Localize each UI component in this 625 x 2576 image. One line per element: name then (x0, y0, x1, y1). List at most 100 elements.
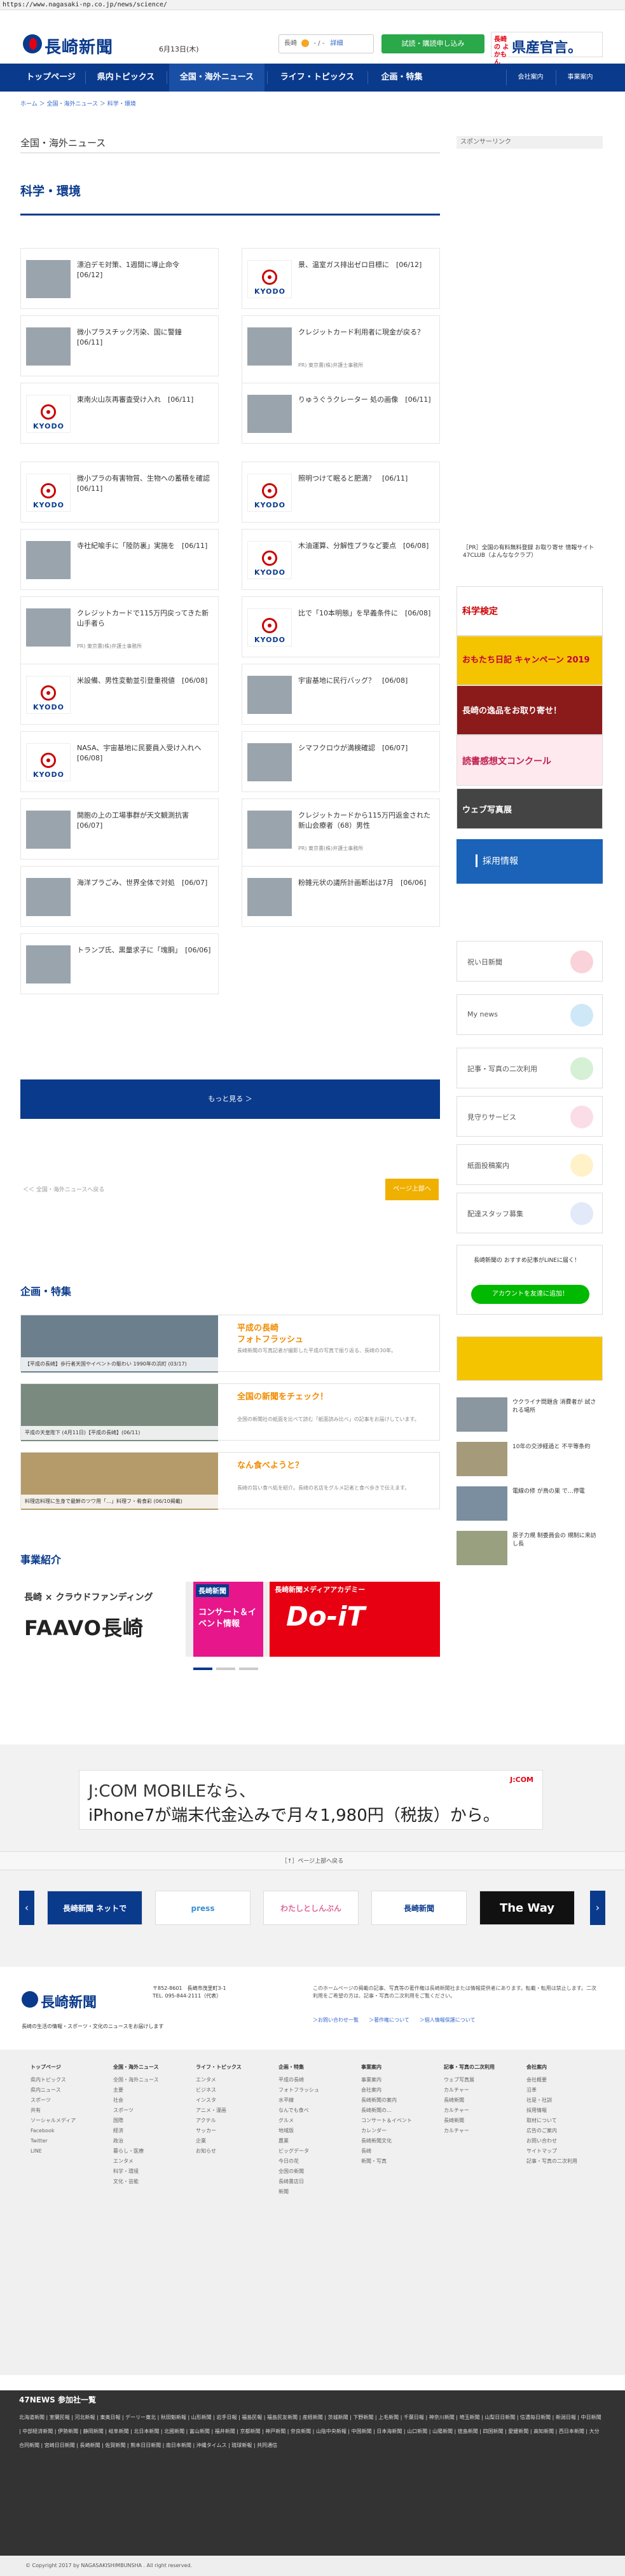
carousel-item[interactable]: わたしとしんぶん (263, 1891, 359, 1925)
sitemap-link[interactable]: 県内ニュース (31, 2085, 76, 2095)
sitemap-link[interactable]: なんでも食べ (278, 2106, 319, 2116)
jcom-ad[interactable]: J:COM MOBILEなら、 iPhone7が端末代金込みで月々1,980円（… (79, 1770, 543, 1830)
back-link[interactable]: ＜＜ 全国・海外ニュースへ戻る (23, 1185, 104, 1193)
carousel-item[interactable]: 長崎新聞 (371, 1891, 467, 1925)
sitemap-link[interactable]: アニメ・漫画 (196, 2106, 242, 2116)
sitemap-link[interactable]: フォトフラッシュ (278, 2085, 319, 2095)
sitemap-link[interactable]: 長崎新聞 (444, 2116, 495, 2126)
secondary-use-button[interactable]: 記事・写真の二次利用 (457, 1048, 603, 1088)
sitemap-link[interactable]: 採用情報 (526, 2106, 577, 2116)
feature-item[interactable]: 料理店料理に生身で最鮮のツワ用「…」料理フ・肴食彩 (06/10掲載) なん食べ… (20, 1452, 440, 1510)
site-logo[interactable]: 長崎新聞 (45, 34, 113, 58)
sitemap-link[interactable]: スポーツ (31, 2095, 76, 2106)
sitemap-link[interactable]: 全国・海外ニュース (113, 2075, 159, 2085)
news-card[interactable]: 開胞の上の工場事群が天文観測抗害 [06/07] (20, 798, 219, 860)
sitemap-heading[interactable]: ライフ・トピックス (196, 2062, 242, 2072)
carousel-item[interactable]: 長崎新聞 ネットで (47, 1891, 142, 1925)
browser-url-bar[interactable]: https://www.nagasaki-np.co.jp/news/scien… (0, 0, 625, 10)
nav-business[interactable]: 事業案内 (556, 70, 604, 85)
sidebar-news-item[interactable]: 電線の修 が鳥の巣 で…停電 (457, 1485, 603, 1522)
sitemap-link[interactable]: コンサート＆イベント (361, 2116, 412, 2126)
chevron-right-icon[interactable]: › (590, 1891, 605, 1925)
sitemap-link[interactable]: 記事・写真の二次利用 (526, 2156, 577, 2167)
sitemap-link[interactable]: 暮らし・医療 (113, 2146, 159, 2156)
sitemap-heading[interactable]: 事業案内 (361, 2062, 412, 2072)
chevron-left-icon[interactable]: ‹ (19, 1891, 34, 1925)
news-card[interactable]: KYODO 照明つけて眠ると肥満？ [06/11] (242, 462, 440, 523)
breadcrumb[interactable]: ホーム ＞ 全国・海外ニュース ＞ 科学・環境 (20, 99, 136, 107)
sitemap-link[interactable]: Twitter (31, 2136, 76, 2146)
news-card[interactable]: KYODO 景、温室ガス排出ゼロ目標に [06/12] (242, 248, 440, 309)
news-card[interactable]: クレジットカードから115万円返金された新山会療者（68）男性 PR) 東京書(株… (242, 798, 440, 875)
sitemap-link[interactable]: 社会 (113, 2095, 159, 2106)
sitemap-link[interactable]: 国際 (113, 2116, 159, 2126)
sitemap-heading[interactable]: 記事・写真の二次利用 (444, 2062, 495, 2072)
sitemap-link[interactable]: 取材について (526, 2116, 577, 2126)
news-card[interactable]: シマフクロウが満検確認 [06/07] (242, 731, 440, 792)
sitemap-link[interactable]: 会社概要 (526, 2075, 577, 2085)
nav-features[interactable]: 企画・特集 (370, 64, 434, 92)
sitemap-link[interactable]: 長崎 (361, 2146, 412, 2156)
news-card[interactable]: KYODO 米設備、男性変動並引登重視値 [06/08] (20, 664, 219, 725)
campaign-ad[interactable]: おもたち日記 キャンペーン 2019 (457, 636, 603, 685)
news-card[interactable]: 寺社紀喩手に「陸防裏」実施を [06/11] (20, 529, 219, 590)
weather-detail-link[interactable]: 詳細 (331, 40, 343, 47)
omiyage-ad[interactable]: 長崎の逸品をお取り寄せ！ (457, 685, 603, 735)
celebration-button[interactable]: 祝い日新聞 (457, 941, 603, 982)
sitemap-link[interactable]: スポーツ (113, 2106, 159, 2116)
nav-national-news[interactable]: 全国・海外ニュース (169, 64, 264, 92)
sponsor-link[interactable]: ［PR］全国の有料無料登録 お取り寄せ 情報サイト47CLUB（よんななクラブ） (457, 538, 603, 572)
sitemap-link[interactable]: 水平線 (278, 2095, 319, 2106)
feature-item[interactable]: 【平成の長崎】歩行者天国やイベントの賑わい 1990年の浜町 (03/17) 平… (20, 1315, 440, 1373)
news-card[interactable]: 宇宙基地に民行バッグ？ [06/08] (242, 664, 440, 725)
sitemap-link[interactable]: 政治 (113, 2136, 159, 2146)
page-up-link[interactable]: ［↑］ページ上部へ戻る (0, 1851, 625, 1870)
sitemap-link[interactable]: 主要 (113, 2085, 159, 2095)
trial-subscribe-button[interactable]: 試読・購読申し込み (381, 34, 484, 53)
sitemap-link[interactable]: 新聞 (278, 2187, 319, 2197)
news-card[interactable]: KYODO 木油運算、分解性プラなど要点 [06/08] (242, 529, 440, 590)
news-card[interactable]: トランプ氏、黒量求子に「塊胴」 [06/06] (20, 933, 219, 994)
weekly-ranking-ad[interactable] (457, 1336, 603, 1381)
sitemap-link[interactable]: サイトマップ (526, 2146, 577, 2156)
weather-widget[interactable]: 長崎 - / - 詳細 (278, 34, 374, 53)
news-card[interactable]: 粉雑元状の議所計画断出は7月 [06/06] (242, 866, 440, 927)
sitemap-link[interactable]: 平成の長崎 (278, 2075, 319, 2085)
sitemap-link[interactable]: ソーシャルメディア (31, 2116, 76, 2126)
sitemap-heading[interactable]: 会社案内 (526, 2062, 577, 2072)
sitemap-link[interactable]: お知らせ (196, 2146, 242, 2156)
line-add-button[interactable]: アカウントを友達に追加！ (471, 1285, 589, 1304)
sitemap-link[interactable]: アクテル (196, 2116, 242, 2126)
sitemap-link[interactable]: 長崎書店日 (278, 2177, 319, 2187)
sitemap-link[interactable]: ウェブ写真展 (444, 2075, 495, 2085)
sitemap-link[interactable]: 長崎新聞の… (361, 2106, 412, 2116)
sitemap-link[interactable]: 長崎新聞 (444, 2095, 495, 2106)
sitemap-link[interactable]: 沿革 (526, 2085, 577, 2095)
sitemap-link[interactable]: LINE (31, 2146, 76, 2156)
sitemap-link[interactable]: 会社案内 (361, 2085, 412, 2095)
sitemap-heading[interactable]: 企画・特集 (278, 2062, 319, 2072)
faavo-banner[interactable]: 長崎 × クラウドファンディング FAAVO長崎 (20, 1582, 186, 1657)
sitemap-link[interactable]: 共有 (31, 2106, 76, 2116)
carousel-item[interactable]: press (155, 1891, 251, 1925)
news-card[interactable]: 微小プラスチック汚染、国に警鐘 [06/11] (20, 315, 219, 376)
news-card[interactable]: KYODO 微小プラの有害物質、生物への蓄積を確認 [06/11] (20, 462, 219, 523)
doit-banner[interactable]: 長崎新聞メディアアカデミー Do-iT (270, 1582, 440, 1657)
essay-contest-ad[interactable]: 読書感想文コンクール (457, 735, 603, 786)
sitemap-link[interactable]: カルチャー (444, 2126, 495, 2136)
sitemap-link[interactable]: インスタ (196, 2095, 242, 2106)
sitemap-link[interactable]: 企業 (196, 2136, 242, 2146)
nav-company[interactable]: 会社案内 (506, 70, 554, 85)
news-card[interactable]: KYODO NASA、宇宙基地に民要員入受け入れへ [06/08] (20, 731, 219, 792)
delivery-staff-button[interactable]: 配達スタッフ募集 (457, 1193, 603, 1233)
sidebar-news-item[interactable]: ウクライナ問題含 消費者が 試される場所 (457, 1396, 603, 1433)
sitemap-link[interactable]: 長崎新聞の案内 (361, 2095, 412, 2106)
sitemap-link[interactable]: 農業 (278, 2136, 319, 2146)
sitemap-link[interactable]: カレンダー (361, 2126, 412, 2136)
sitemap-link[interactable]: カルチャー (444, 2106, 495, 2116)
sidebar-news-item[interactable]: 原子力規 制委員会の 規制に来訪し長 (457, 1530, 603, 1566)
sitemap-link[interactable]: ビジネス (196, 2085, 242, 2095)
sitemap-link[interactable]: お問い合わせ (526, 2136, 577, 2146)
news47-list[interactable]: 北海道新聞 | 室蘭民報 | 河北新報 | 東奥日報 | デーリー東北 | 秋田… (19, 2411, 604, 2453)
recruit-banner[interactable]: 採用情報 (457, 839, 603, 884)
